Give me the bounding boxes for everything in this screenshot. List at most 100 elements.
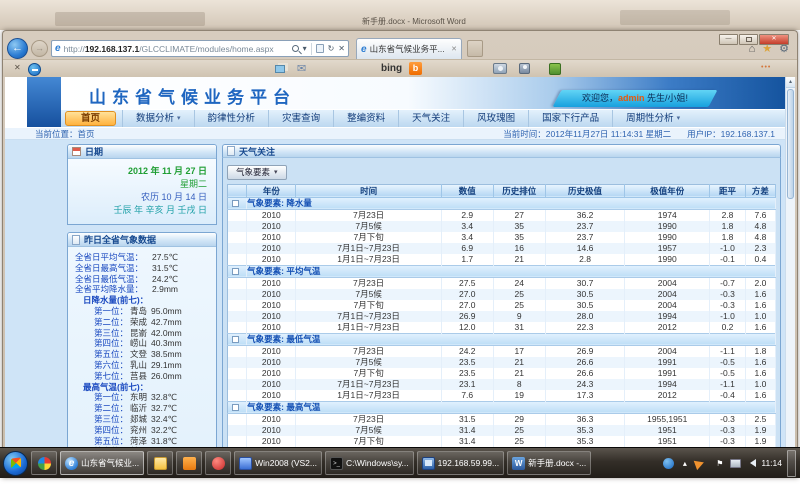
addon-puzzle-icon[interactable] <box>549 63 561 75</box>
person-icon[interactable] <box>519 63 530 74</box>
scroll-up-arrow[interactable] <box>786 77 795 88</box>
nav-item-label: 数据分析 <box>136 110 174 128</box>
show-desktop-button[interactable] <box>787 450 796 477</box>
group-header-row[interactable]: 气象要素: 最高气温 <box>228 401 776 413</box>
notification-app-icon[interactable] <box>663 458 674 469</box>
rank-line: 第一位：东明32.8℃ <box>68 392 216 403</box>
refresh-icon[interactable] <box>328 44 335 53</box>
station-name: 崂山 <box>130 338 147 349</box>
nav-item[interactable]: 国家下行产品 <box>528 110 612 127</box>
main-column: 天气关注 气象要素 年份时间数值历史排位历史极值极值年份距平方差气象要素: 降水… <box>222 144 781 475</box>
back-button[interactable] <box>7 38 28 59</box>
nav-item[interactable]: 整编资料 <box>333 110 398 127</box>
table-cell: 16 <box>493 243 545 254</box>
window-controls <box>719 34 789 45</box>
table-cell: 7月下旬 <box>296 300 441 311</box>
row-cell <box>228 254 247 266</box>
element-select-button[interactable]: 气象要素 <box>227 165 287 180</box>
table-cell: -1.0 <box>710 243 746 254</box>
messenger-bird-icon[interactable] <box>694 456 711 470</box>
station-value: 95.0mm <box>151 306 182 317</box>
cards-icon[interactable] <box>275 65 285 73</box>
table-cell: 2012 <box>625 322 710 334</box>
maximize-button[interactable] <box>739 34 758 45</box>
taskbar-button[interactable]: 山东省气候业... <box>60 451 144 475</box>
stat-value: 24.2℃ <box>152 274 178 285</box>
table-header-row: 年份时间数值历史排位历史极值极值年份距平方差 <box>228 184 776 197</box>
toolbar-close-icon[interactable] <box>14 63 21 72</box>
volume-icon[interactable] <box>746 459 756 467</box>
table-cell: 1951 <box>625 425 710 436</box>
bing-search-icon[interactable]: b <box>409 62 422 75</box>
browser-toolbar: bing b <box>3 59 797 77</box>
group-header-row[interactable]: 气象要素: 最低气温 <box>228 333 776 345</box>
table-cell: 1994 <box>625 379 710 390</box>
table-cell: -0.4 <box>710 390 746 402</box>
taskbar: 山东省气候业... Win2008 (VS2...C:\Windows\sy...… <box>0 447 800 478</box>
table-cell: 3.4 <box>441 232 493 243</box>
rank-label: 第二位： <box>68 317 130 328</box>
start-button[interactable] <box>3 451 28 476</box>
rank-line: 第四位：兖州32.2℃ <box>68 425 216 436</box>
weekday: 星期二 <box>77 178 207 191</box>
table-cell: 1974 <box>625 209 710 221</box>
action-center-flag-icon[interactable] <box>714 458 725 469</box>
nav-item[interactable]: 韵律性分析 <box>194 110 269 127</box>
row-cell <box>228 379 247 390</box>
nav-item[interactable]: 天气关注 <box>398 110 463 127</box>
station-name: 昆嵛 <box>130 328 147 339</box>
tab-close-icon[interactable] <box>451 45 457 53</box>
close-button[interactable] <box>759 34 789 45</box>
browser-tab[interactable]: e 山东省气候业务平... <box>356 38 462 59</box>
nav-item[interactable]: 风玫瑰图 <box>463 110 528 127</box>
new-tab-button[interactable] <box>467 40 483 57</box>
table-cell: 27.5 <box>441 277 493 289</box>
group-header-row[interactable]: 气象要素: 降水量 <box>228 197 776 209</box>
taskbar-button[interactable] <box>147 451 173 475</box>
taskbar-button[interactable]: 192.168.59.99... <box>417 451 504 475</box>
nav-item[interactable]: 灾害查询 <box>268 110 333 127</box>
camera-icon[interactable] <box>493 63 507 74</box>
taskbar-clock[interactable]: 11:14 <box>761 458 782 468</box>
forward-button[interactable] <box>31 40 48 57</box>
address-bar[interactable]: e http://192.168.137.1/GLCCLIMATE/module… <box>51 40 349 57</box>
table-cell: 2010 <box>247 311 296 322</box>
taskbar-button[interactable]: Win2008 (VS2... <box>234 451 322 475</box>
group-header-row[interactable]: 气象要素: 平均气温 <box>228 265 776 277</box>
taskbar-button[interactable] <box>205 451 231 475</box>
table-cell: 31.5 <box>441 413 493 425</box>
nav-item[interactable]: 周期性分析 <box>612 110 693 127</box>
group-checkbox[interactable] <box>232 336 239 343</box>
table-cell: 2010 <box>247 209 296 221</box>
row-cell <box>228 221 247 232</box>
stop-icon[interactable] <box>338 44 345 53</box>
group-checkbox[interactable] <box>232 404 239 411</box>
table-cell: 27 <box>493 209 545 221</box>
group-checkbox[interactable] <box>232 200 239 207</box>
show-hidden-icons-button[interactable] <box>679 458 690 469</box>
nav-item-label: 韵律性分析 <box>208 110 256 128</box>
search-icon[interactable] <box>292 45 299 52</box>
stat-line: 全省平均降水量：2.9mm <box>68 284 216 295</box>
rdp-icon <box>422 457 435 470</box>
scrollbar-thumb[interactable] <box>787 89 794 199</box>
taskbar-button[interactable] <box>31 451 57 475</box>
stat-label: 全省日最高气温： <box>68 263 152 274</box>
nav-item[interactable]: 首页 <box>65 111 116 126</box>
page-scrollbar[interactable] <box>785 77 795 478</box>
nav-item-label: 首页 <box>81 112 100 125</box>
network-icon[interactable] <box>730 459 741 468</box>
more-options-icon[interactable] <box>761 64 771 71</box>
table-row: 20101月1日~7月23日1.7212.81990-0.10.4 <box>228 254 776 266</box>
mail-icon[interactable] <box>297 62 306 75</box>
addon-minus-icon[interactable] <box>28 63 41 76</box>
table-header-cell: 方差 <box>745 184 775 197</box>
group-checkbox[interactable] <box>232 268 239 275</box>
compatibility-view-icon[interactable] <box>316 44 324 53</box>
chevron-down-icon[interactable] <box>303 44 307 53</box>
nav-item[interactable]: 数据分析 <box>122 110 194 127</box>
taskbar-button[interactable]: C:\Windows\sy... <box>325 451 414 475</box>
taskbar-button[interactable]: 新手册.docx -... <box>507 451 591 475</box>
taskbar-button[interactable] <box>176 451 202 475</box>
minimize-button[interactable] <box>719 34 738 45</box>
